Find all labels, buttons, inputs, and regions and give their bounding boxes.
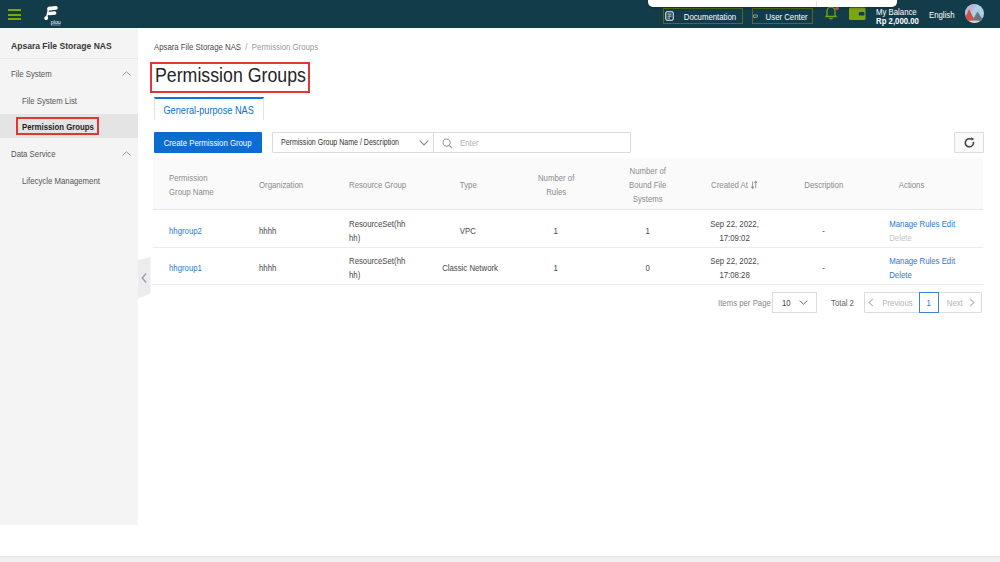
svg-text:plou: plou xyxy=(51,19,61,25)
